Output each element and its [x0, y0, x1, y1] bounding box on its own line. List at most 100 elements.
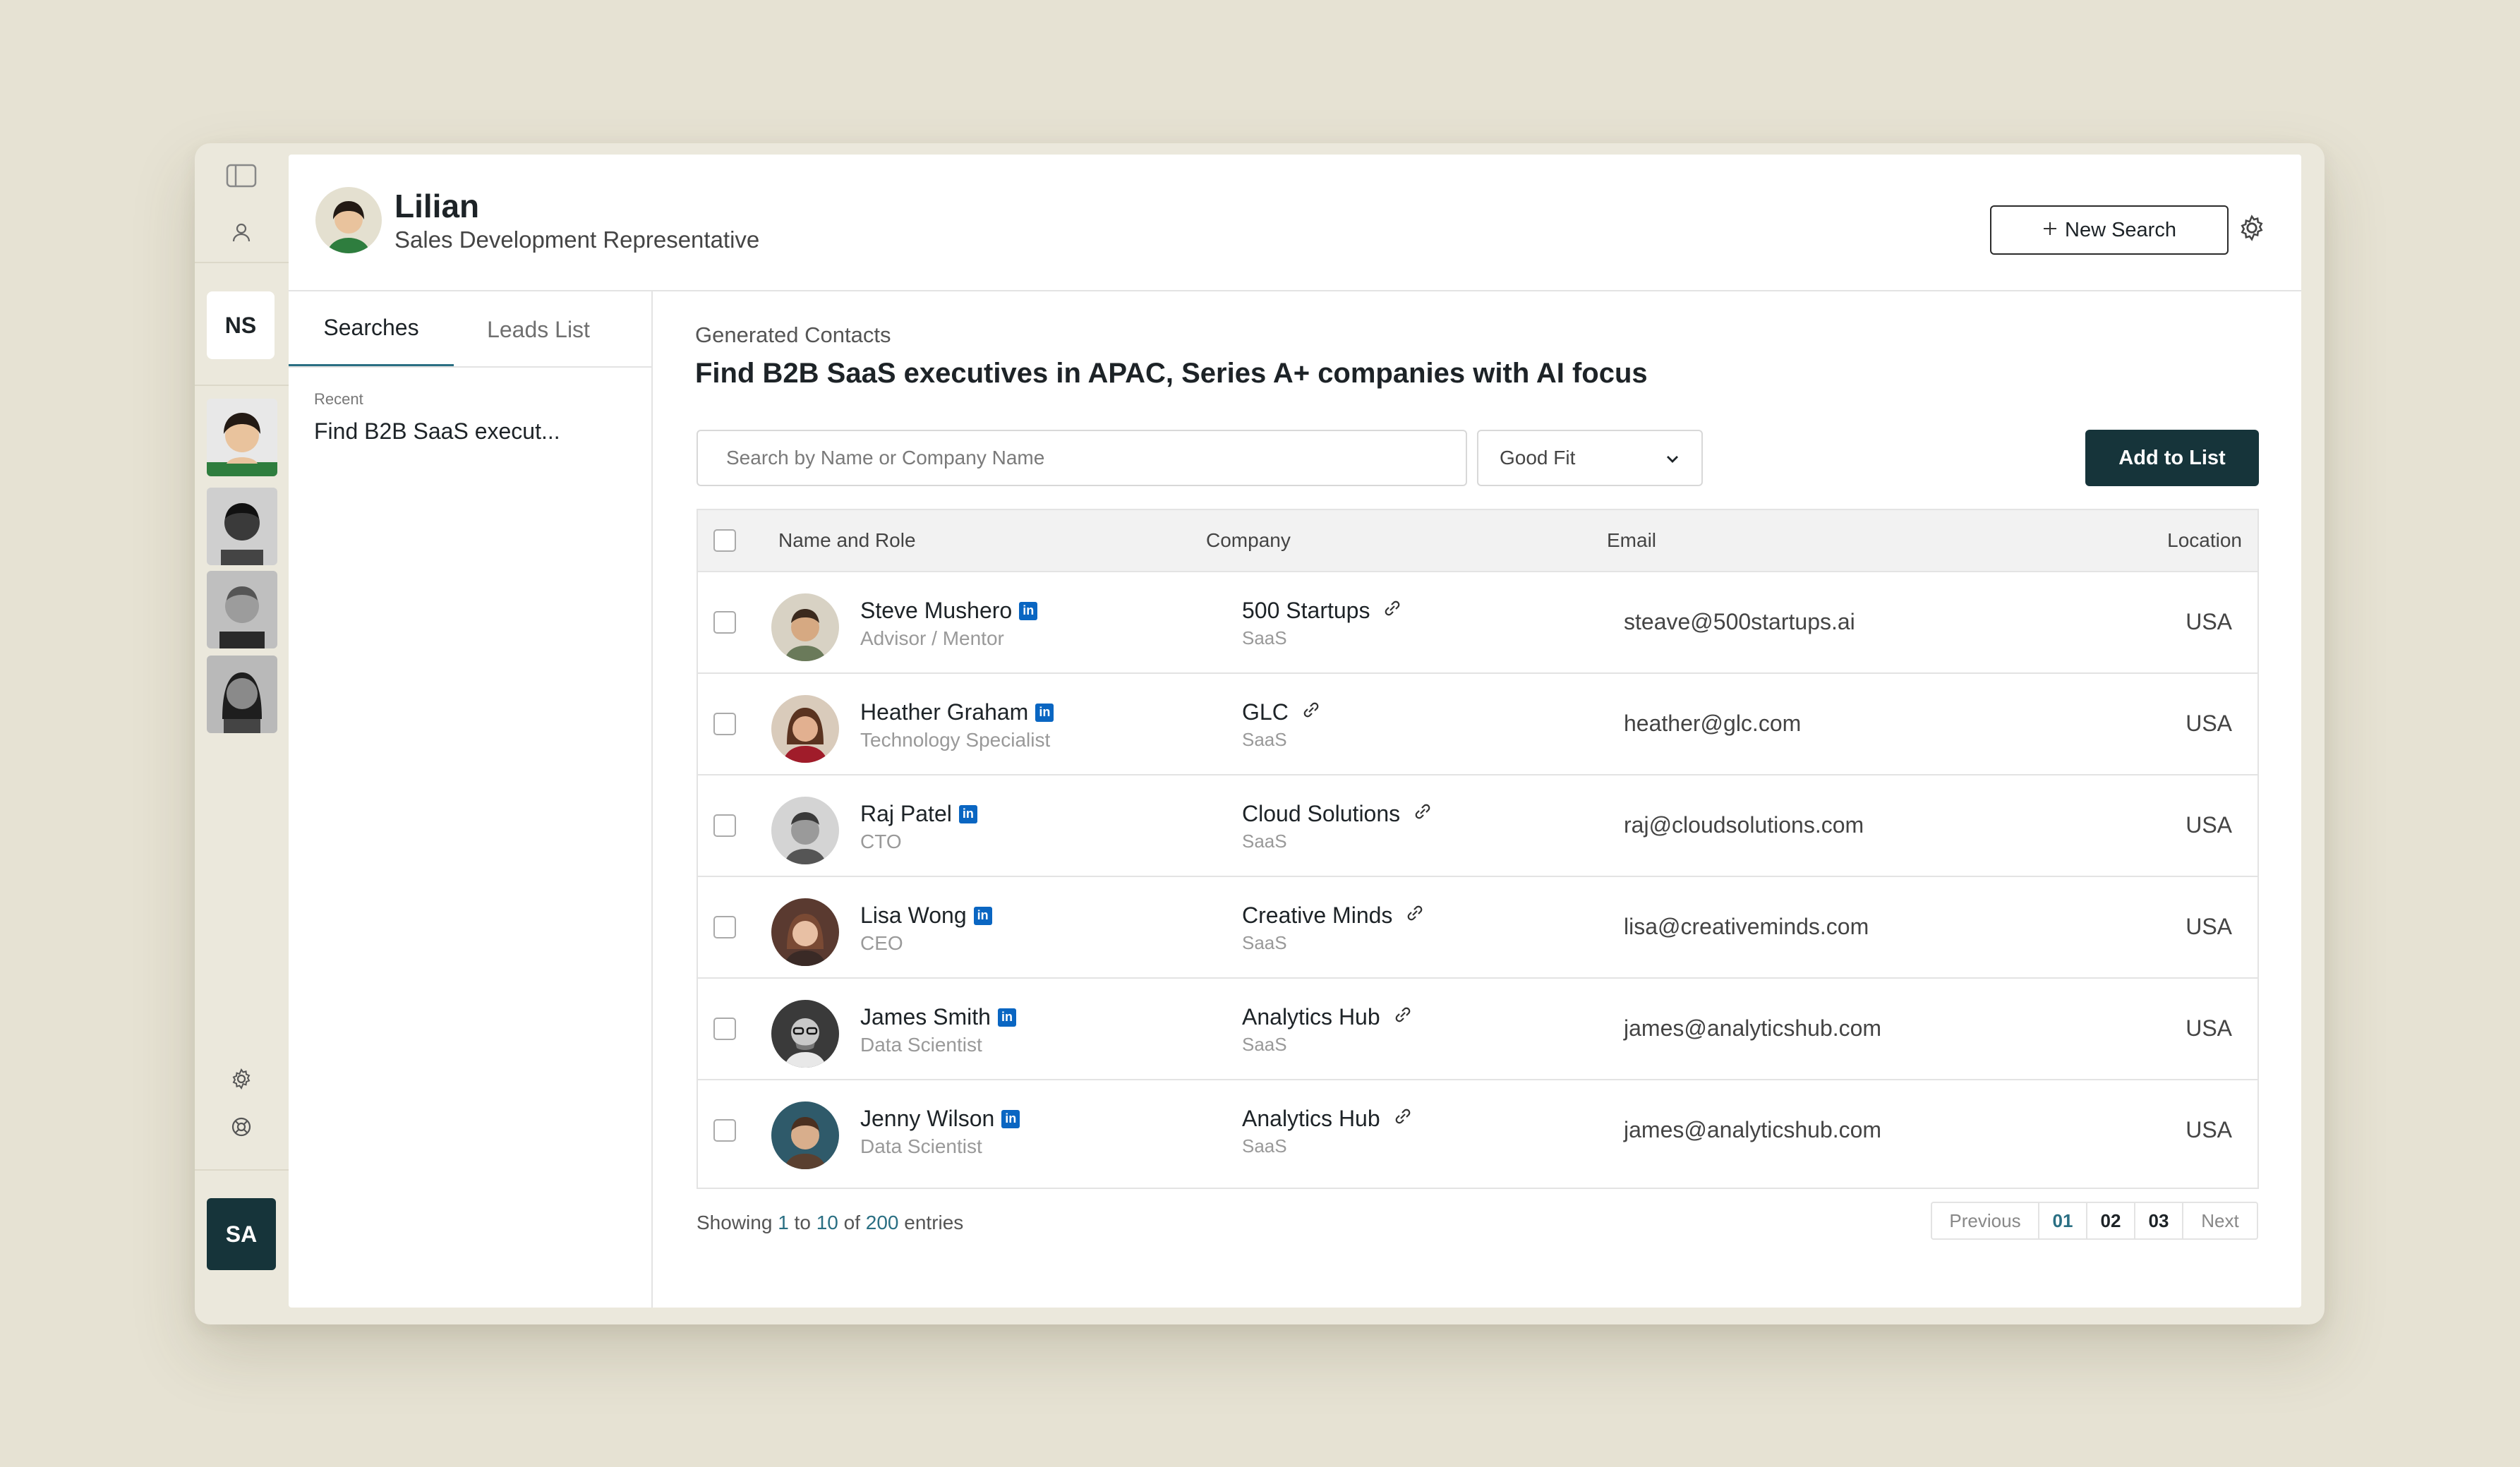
contact-avatar [771, 898, 839, 966]
contact-avatar [771, 593, 839, 661]
linkedin-icon[interactable]: in [1001, 1109, 1020, 1128]
table-row[interactable]: James Smith in Data Scientist Analytics … [698, 977, 2257, 1080]
row-checkbox[interactable] [713, 916, 736, 938]
row-checkbox[interactable] [713, 611, 736, 634]
contact-name-text: Raj Patel [860, 801, 952, 826]
table-row[interactable]: Steve Mushero in Advisor / Mentor 500 St… [698, 571, 2257, 674]
contact-location: USA [2186, 1117, 2232, 1142]
contact-name: James Smith in [860, 1004, 1016, 1030]
section-label: Generated Contacts [695, 322, 891, 347]
contact-location: USA [2186, 609, 2232, 634]
contact-email: james@analyticshub.com [1624, 1015, 1882, 1041]
entries-from: 1 [778, 1212, 789, 1233]
tab-searches[interactable]: Searches [289, 291, 454, 368]
settings-icon[interactable] [223, 1061, 260, 1097]
sidebar-toggle-icon[interactable] [223, 157, 260, 194]
table-row[interactable]: Jenny Wilson in Data Scientist Analytics… [698, 1079, 2257, 1182]
help-icon[interactable] [223, 1109, 260, 1145]
contact-role: CTO [860, 831, 902, 852]
company-name-text: Creative Minds [1242, 902, 1393, 928]
contact-search-input[interactable] [697, 430, 1467, 486]
plus-icon [2042, 219, 2058, 242]
rail-avatar-2[interactable] [207, 488, 277, 565]
row-checkbox[interactable] [713, 713, 736, 735]
entries-to: 10 [816, 1212, 838, 1233]
select-all-checkbox[interactable] [713, 529, 736, 552]
contact-email: raj@cloudsolutions.com [1624, 812, 1864, 838]
new-search-label: New Search [2065, 218, 2176, 241]
new-search-button[interactable]: New Search [1990, 205, 2229, 255]
tab-divider [289, 366, 651, 368]
contact-name: Raj Patel in [860, 801, 977, 827]
page-button-2[interactable]: 02 [2087, 1203, 2135, 1238]
entries-showing: Showing [697, 1212, 773, 1233]
search-title: Find B2B SaaS executives in APAC, Series… [695, 358, 1648, 389]
tab-leads-list[interactable]: Leads List [454, 291, 623, 368]
contact-name-text: Steve Mushero [860, 598, 1013, 623]
add-to-list-button[interactable]: Add to List [2085, 430, 2259, 486]
contact-name: Lisa Wong in [860, 902, 992, 929]
rail-avatar-1[interactable] [207, 399, 277, 476]
contact-name: Steve Mushero in [860, 598, 1038, 624]
contacts-content: Generated Contacts Find B2B SaaS executi… [653, 291, 2301, 1308]
contact-avatar [771, 1101, 839, 1169]
link-icon[interactable] [1301, 699, 1321, 725]
company-industry: SaaS [1242, 831, 1287, 852]
account-badge-sa[interactable]: SA [207, 1198, 276, 1270]
rail-avatar-3[interactable] [207, 571, 277, 648]
user-icon[interactable] [223, 214, 260, 250]
link-icon[interactable] [1393, 1004, 1413, 1030]
linkedin-icon[interactable]: in [997, 1008, 1016, 1027]
link-icon[interactable] [1382, 598, 1402, 624]
contact-name-text: Jenny Wilson [860, 1106, 995, 1131]
recent-search-item[interactable]: Find B2B SaaS execut... [314, 418, 560, 445]
contact-avatar [771, 695, 839, 763]
chevron-down-icon [1665, 447, 1680, 469]
linkedin-icon[interactable]: in [958, 804, 977, 823]
user-role: Sales Development Representative [394, 227, 760, 253]
rail-divider [195, 1169, 289, 1171]
contacts-table: Name and Role Company Email Location Ste… [697, 509, 2259, 1189]
header-name-role: Name and Role [778, 529, 916, 551]
company-name: Analytics Hub [1242, 1106, 1413, 1132]
contact-location: USA [2186, 914, 2232, 939]
user-avatar [315, 187, 382, 253]
entries-total: 200 [865, 1212, 899, 1233]
contact-location: USA [2186, 711, 2232, 736]
row-checkbox[interactable] [713, 1119, 736, 1142]
fit-filter-select[interactable]: Good Fit [1477, 430, 1703, 486]
rail-divider [195, 262, 289, 263]
pagination: Previous 01 02 03 Next [1931, 1202, 2258, 1240]
contact-name: Jenny Wilson in [860, 1106, 1020, 1132]
table-row[interactable]: Lisa Wong in CEO Creative Minds SaaS lis… [698, 876, 2257, 979]
link-icon[interactable] [1405, 902, 1425, 929]
entries-of-word: of [843, 1212, 860, 1233]
page-button-1[interactable]: 01 [2039, 1203, 2087, 1238]
next-page-button[interactable]: Next [2183, 1203, 2257, 1238]
linkedin-icon[interactable]: in [973, 906, 992, 925]
header-company: Company [1206, 529, 1291, 551]
company-name-text: 500 Startups [1242, 598, 1370, 623]
contact-name-text: Heather Graham [860, 699, 1029, 725]
rail-avatar-4[interactable] [207, 656, 277, 733]
link-icon[interactable] [1413, 801, 1433, 827]
row-checkbox[interactable] [713, 814, 736, 837]
row-checkbox[interactable] [713, 1018, 736, 1040]
workspace-badge-ns[interactable]: NS [207, 291, 275, 359]
linkedin-icon[interactable]: in [1019, 601, 1038, 620]
contact-role: Data Scientist [860, 1034, 982, 1056]
header-settings-icon[interactable] [2238, 214, 2266, 242]
entries-info: Showing 1 to 10 of 200 entries [697, 1212, 963, 1234]
linkedin-icon[interactable]: in [1035, 703, 1054, 722]
table-row[interactable]: Heather Graham in Technology Specialist … [698, 672, 2257, 775]
link-icon[interactable] [1393, 1106, 1413, 1132]
table-header: Name and Role Company Email Location [698, 510, 2257, 571]
page-button-3[interactable]: 03 [2135, 1203, 2183, 1238]
recent-label: Recent [314, 390, 363, 408]
table-row[interactable]: Raj Patel in CTO Cloud Solutions SaaS ra… [698, 774, 2257, 877]
previous-page-button[interactable]: Previous [1932, 1203, 2039, 1238]
header-location: Location [2167, 529, 2242, 551]
company-name: Cloud Solutions [1242, 801, 1433, 827]
rail-divider [195, 385, 289, 386]
company-industry: SaaS [1242, 729, 1287, 750]
